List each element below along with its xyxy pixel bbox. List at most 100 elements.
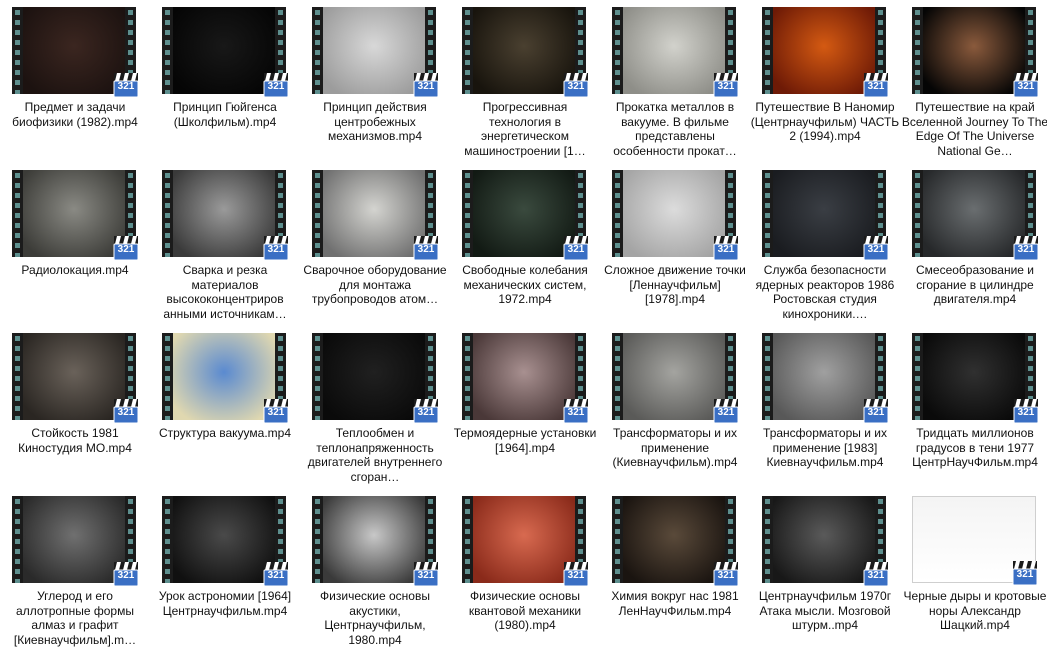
video-thumbnail: 321 <box>762 333 889 424</box>
video-frame-preview <box>473 496 575 583</box>
video-thumbnail: 321 <box>612 496 739 587</box>
video-thumbnail: 321 <box>912 170 1039 261</box>
video-thumbnail: 321 <box>312 7 439 98</box>
media-player-classic-icon: 321 <box>1012 560 1038 586</box>
video-thumbnail: 321 <box>312 496 439 587</box>
video-file-item[interactable]: 321 Трансформаторы и их применение [1983]… <box>750 326 900 486</box>
video-file-item[interactable]: 321 Сварочное оборудование для монтажа тр… <box>300 163 450 323</box>
video-frame-preview <box>923 7 1025 94</box>
video-file-item[interactable]: 321 Свободные колебания механических сист… <box>450 163 600 323</box>
video-thumbnail: 321 <box>12 333 139 424</box>
file-name-label: Прокатка металлов в вакууме. В фильме пр… <box>613 100 737 158</box>
video-file-item[interactable]: 321 Химия вокруг нас 1981 ЛенНаучФильм.mp… <box>600 489 750 649</box>
video-frame-preview <box>923 333 1025 420</box>
video-file-item[interactable]: 321 Стойкость 1981 Киностудия МО.mp4 <box>0 326 150 486</box>
video-frame-preview <box>173 333 275 420</box>
video-thumbnail: 321 <box>162 170 289 261</box>
film-strip-icon <box>162 170 173 257</box>
video-file-item[interactable]: 321 Путешествие В Наномир (Центрнаучфильм… <box>750 0 900 160</box>
file-name-label: Свободные колебания механических систем,… <box>462 263 588 306</box>
video-frame-preview <box>773 170 875 257</box>
media-player-badge-text: 321 <box>1017 244 1035 255</box>
video-thumbnail: 321 <box>912 7 1039 98</box>
video-frame-preview <box>323 496 425 583</box>
film-strip-icon <box>462 496 473 583</box>
video-thumbnail: 321 <box>912 333 1039 424</box>
file-name-label: Тридцать миллионов градусов в тени 1977 … <box>912 426 1038 469</box>
video-file-item[interactable]: 321 Радиолокация.mp4 <box>0 163 150 323</box>
media-player-badge-text: 321 <box>867 570 885 581</box>
video-frame-preview <box>623 170 725 257</box>
video-file-item[interactable]: 321 Черные дыры и кротовые норы Александр… <box>900 489 1047 649</box>
video-file-item[interactable]: 321 Термоядерные установки [1964].mp4 <box>450 326 600 486</box>
video-file-item[interactable]: 321 Сварка и резка материалов высококонце… <box>150 163 300 323</box>
video-frame-preview <box>173 7 275 94</box>
film-strip-icon <box>612 333 623 420</box>
file-name-label: Сварочное оборудование для монтажа трубо… <box>303 263 447 306</box>
video-frame-preview <box>923 170 1025 257</box>
video-frame-preview <box>323 170 425 257</box>
film-strip-icon <box>612 7 623 94</box>
film-strip-icon <box>312 333 323 420</box>
file-name-label: Принцип Гюйгенса (Школфильм).mp4 <box>173 100 277 129</box>
video-file-item[interactable]: 321 Путешествие на край Вселенной Journey… <box>900 0 1047 160</box>
file-name-label: Предмет и задачи биофизики (1982).mp4 <box>12 100 138 129</box>
video-file-item[interactable]: 321 Теплообмен и теплонапряженность двига… <box>300 326 450 486</box>
media-player-classic-icon: 321 <box>263 561 289 587</box>
video-frame-preview <box>773 496 875 583</box>
media-player-badge-text: 321 <box>117 244 135 255</box>
video-thumbnail: 321 <box>312 333 439 424</box>
video-frame-preview <box>23 333 125 420</box>
video-file-item[interactable]: 321 Прогрессивная технология в энергетиче… <box>450 0 600 160</box>
video-frame-preview <box>773 333 875 420</box>
video-file-item[interactable]: 321 Принцип Гюйгенса (Школфильм).mp4 <box>150 0 300 160</box>
file-name-label: Трансформаторы и их применение (Киевнауч… <box>612 426 738 469</box>
media-player-classic-icon: 321 <box>113 398 139 424</box>
file-name-label: Смесеобразование и сгорание в цилиндре д… <box>915 263 1035 306</box>
film-strip-icon <box>762 170 773 257</box>
media-player-classic-icon: 321 <box>113 72 139 98</box>
file-name-label: Сварка и резка материалов высококонцентр… <box>163 263 287 321</box>
video-file-item[interactable]: 321 Структура вакуума.mp4 <box>150 326 300 486</box>
media-player-classic-icon: 321 <box>413 561 439 587</box>
video-thumbnail: 321 <box>612 170 739 261</box>
video-frame-preview <box>173 170 275 257</box>
video-file-item[interactable]: 321 Урок астрономии [1964] Центрнаучфильм… <box>150 489 300 649</box>
media-player-classic-icon: 321 <box>1013 398 1039 424</box>
video-file-item[interactable]: 321 Центрнаучфильм 1970г Атака мысли. Моз… <box>750 489 900 649</box>
file-name-label: Физические основы квантовой механики (19… <box>468 589 582 632</box>
film-strip-icon <box>462 170 473 257</box>
video-file-item[interactable]: 321 Физические основы квантовой механики … <box>450 489 600 649</box>
film-strip-icon <box>912 333 923 420</box>
media-player-classic-icon: 321 <box>413 235 439 261</box>
file-name-label: Стойкость 1981 Киностудия МО.mp4 <box>18 426 132 455</box>
video-file-item[interactable]: 321 Сложное движение точки [Леннаучфильм]… <box>600 163 750 323</box>
video-file-item[interactable]: 321 Физические основы акустики, Центрнауч… <box>300 489 450 649</box>
film-strip-icon <box>12 7 23 94</box>
video-file-item[interactable]: 321 Смесеобразование и сгорание в цилиндр… <box>900 163 1047 323</box>
media-player-badge-text: 321 <box>417 81 435 92</box>
video-thumbnail: 321 <box>12 170 139 261</box>
file-name-label: Путешествие В Наномир (Центрнаучфильм) Ч… <box>750 100 900 143</box>
media-player-badge-text: 321 <box>267 81 285 92</box>
video-frame-preview <box>623 333 725 420</box>
video-file-item[interactable]: 321 Тридцать миллионов градусов в тени 19… <box>900 326 1047 486</box>
media-player-badge-text: 321 <box>117 570 135 581</box>
video-frame-preview <box>473 333 575 420</box>
video-file-item[interactable]: 321 Углерод и его аллотропные формы алмаз… <box>0 489 150 649</box>
film-strip-icon <box>912 7 923 94</box>
video-file-item[interactable]: 321 Принцип действия центробежных механиз… <box>300 0 450 160</box>
video-file-item[interactable]: 321 Предмет и задачи биофизики (1982).mp4 <box>0 0 150 160</box>
video-file-item[interactable]: 321 Служба безопасности ядерных реакторов… <box>750 163 900 323</box>
media-player-classic-icon: 321 <box>413 398 439 424</box>
video-frame-preview <box>23 7 125 94</box>
film-strip-icon <box>162 333 173 420</box>
media-player-classic-icon: 321 <box>563 561 589 587</box>
video-thumbnail: 321 <box>912 496 1038 586</box>
media-player-badge-text: 321 <box>1017 407 1035 418</box>
video-file-item[interactable]: 321 Трансформаторы и их применение (Киевн… <box>600 326 750 486</box>
media-player-badge-text: 321 <box>267 407 285 418</box>
film-strip-icon <box>462 333 473 420</box>
video-file-item[interactable]: 321 Прокатка металлов в вакууме. В фильме… <box>600 0 750 160</box>
video-frame-preview <box>773 7 875 94</box>
